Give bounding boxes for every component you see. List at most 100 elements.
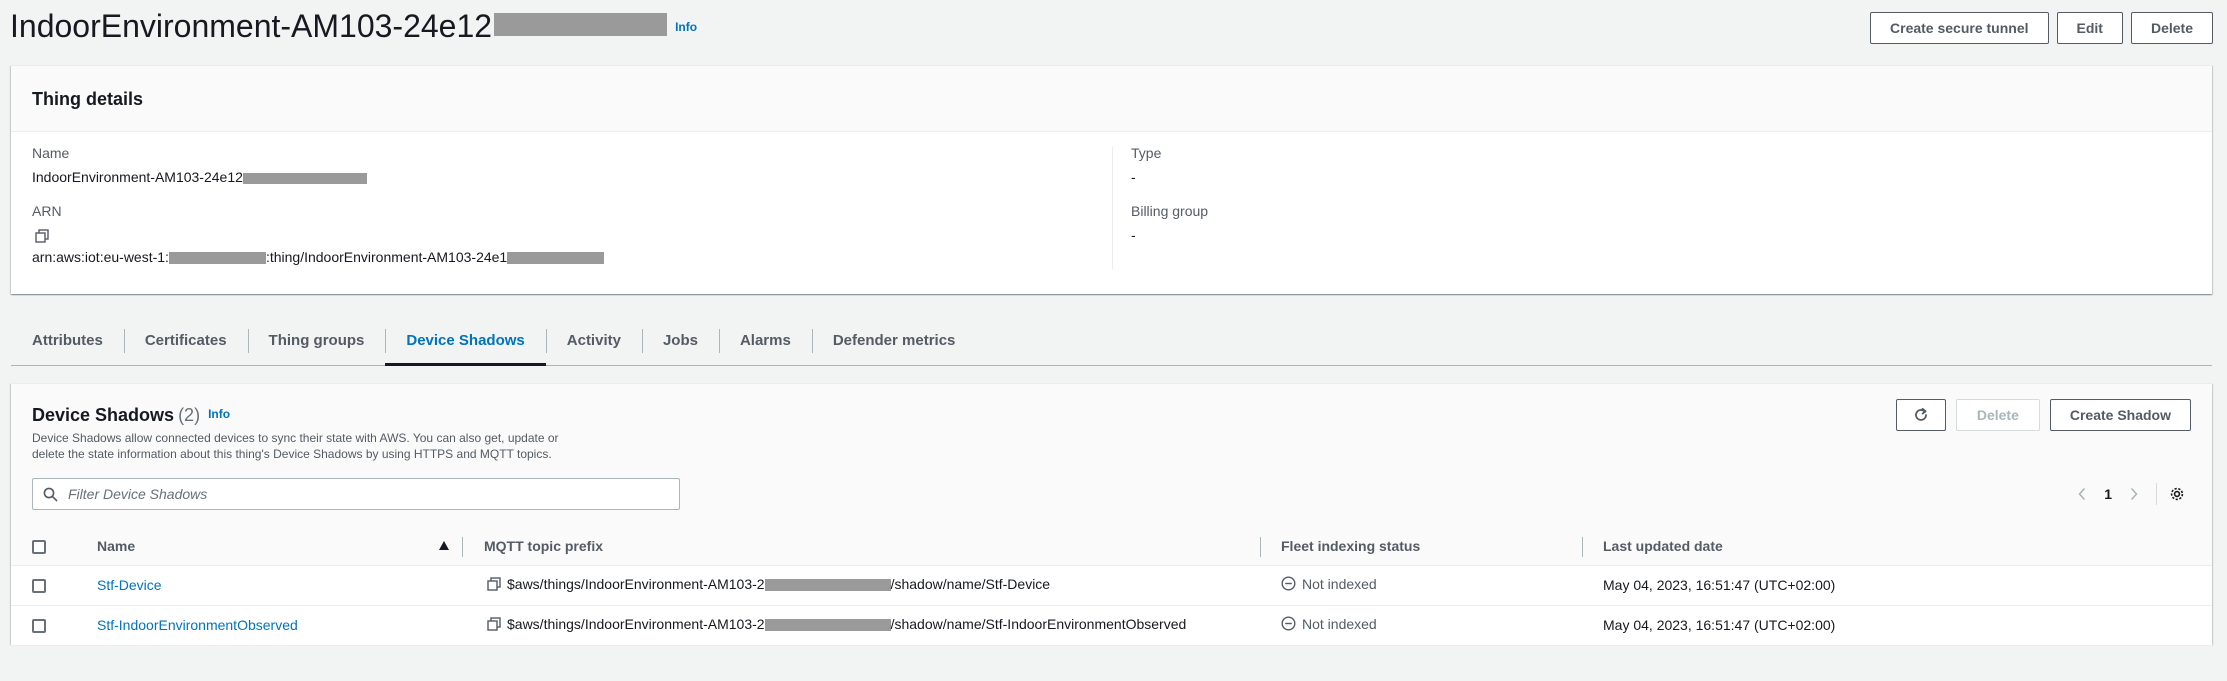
table-row[interactable]: Stf-IndoorEnvironmentObserved $aws/thing… (11, 605, 2212, 646)
pager-divider (2156, 483, 2157, 505)
chevron-left-icon (2078, 487, 2086, 501)
tab-bar: Attributes Certificates Thing groups Dev… (11, 315, 2212, 366)
info-link[interactable]: Info (208, 407, 230, 421)
filter-box (32, 478, 680, 510)
tab-jobs[interactable]: Jobs (641, 315, 719, 365)
copy-icon[interactable] (487, 577, 501, 594)
redacted-block (507, 252, 605, 265)
mqtt-column-label: MQTT topic prefix (484, 537, 603, 554)
copy-icon[interactable] (487, 617, 501, 634)
redacted-block (242, 172, 367, 184)
copy-icon[interactable] (35, 229, 51, 245)
tab-defender-metrics[interactable]: Defender metrics (811, 315, 977, 365)
sort-ascending-icon (439, 541, 449, 550)
tab-device-shadows[interactable]: Device Shadows (385, 315, 547, 366)
tab-attributes[interactable]: Attributes (11, 315, 124, 365)
fleet-column-label: Fleet indexing status (1281, 537, 1421, 554)
type-label: Type (1131, 145, 1162, 161)
arn-prefix: arn:aws:iot:eu-west-1: (32, 249, 169, 265)
name-cell: Stf-IndoorEnvironmentObserved (85, 605, 463, 646)
redacted-block (168, 252, 266, 265)
name-value: IndoorEnvironment-AM103-24e12 (32, 169, 367, 185)
name-cell: Stf-Device (85, 565, 463, 606)
refresh-button[interactable] (1895, 399, 1946, 431)
fleet-status-cell: Not indexed (1261, 565, 1583, 606)
thing-details-body: Name IndoorEnvironment-AM103-24e12 ARN a… (11, 132, 2212, 294)
not-indexed-icon (1281, 576, 1296, 591)
filter-device-shadows-input[interactable] (66, 485, 679, 503)
header-actions: Create secure tunnel Edit Delete (1870, 12, 2213, 44)
device-shadows-table: Name MQTT topic prefix Fleet indexing st… (11, 527, 2212, 646)
tab-activity[interactable]: Activity (545, 315, 642, 365)
device-shadows-title: Device Shadows (2) Info (32, 405, 230, 426)
arn-middle: :thing/IndoorEnvironment-AM103-24e1 (265, 249, 508, 265)
edit-button[interactable]: Edit (2056, 12, 2123, 44)
device-shadows-description: Device Shadows allow connected devices t… (32, 431, 559, 461)
type-value: - (1131, 169, 1136, 185)
device-shadows-panel: Device Shadows (2) Info Device Shadows all… (11, 383, 2212, 646)
create-secure-tunnel-button[interactable]: Create secure tunnel (1870, 12, 2049, 44)
select-all-cell (11, 527, 85, 566)
fleet-status: Not indexed (1281, 616, 1377, 632)
column-divider (1112, 147, 1113, 269)
mqtt-column-header[interactable]: MQTT topic prefix (463, 527, 1261, 566)
row-checkbox[interactable] (32, 579, 46, 594)
updated-column-label: Last updated date (1603, 537, 1723, 554)
redacted-block (764, 579, 891, 592)
page-title-text: IndoorEnvironment-AM103-24e12 (10, 8, 493, 44)
current-page[interactable]: 1 (2096, 486, 2120, 502)
shadow-name-link[interactable]: Stf-Device (97, 577, 162, 593)
gear-icon (2170, 487, 2184, 501)
arn-value: arn:aws:iot:eu-west-1: :thing/IndoorEnvir… (32, 249, 605, 265)
redacted-block (764, 619, 891, 632)
next-page-button[interactable] (2120, 480, 2148, 508)
thing-details-panel: Thing details Name IndoorEnvironment-AM1… (11, 65, 2212, 294)
info-link[interactable]: Info (675, 20, 697, 34)
mqtt-prefix: $aws/things/IndoorEnvironment-AM103-2 (507, 616, 765, 633)
device-shadows-title-text: Device Shadows (32, 405, 175, 425)
tab-alarms[interactable]: Alarms (718, 315, 812, 365)
thing-details-title: Thing details (32, 89, 144, 109)
row-select-cell (11, 605, 85, 646)
preferences-button[interactable] (2163, 480, 2191, 508)
refresh-icon (1915, 407, 1927, 421)
fleet-status-cell: Not indexed (1261, 605, 1583, 646)
shadow-name-link[interactable]: Stf-IndoorEnvironmentObserved (97, 617, 298, 633)
mqtt-suffix: /shadow/name/Stf-Device (890, 576, 1051, 593)
device-shadows-actions: Delete Create Shadow (1895, 399, 2191, 431)
mqtt-cell: $aws/things/IndoorEnvironment-AM103-2/sh… (463, 565, 1261, 606)
redacted-block (494, 13, 668, 37)
mqtt-suffix: /shadow/name/Stf-IndoorEnvironmentObserv… (890, 616, 1187, 633)
row-select-cell (11, 565, 85, 606)
not-indexed-icon (1281, 616, 1296, 631)
create-shadow-button[interactable]: Create Shadow (2049, 399, 2191, 431)
row-checkbox[interactable] (32, 619, 46, 634)
name-column-header[interactable]: Name (85, 527, 463, 566)
table-row[interactable]: Stf-Device $aws/things/IndoorEnvironment… (11, 565, 2212, 606)
fleet-column-header[interactable]: Fleet indexing status (1261, 527, 1583, 566)
mqtt-cell: $aws/things/IndoorEnvironment-AM103-2/sh… (463, 605, 1261, 646)
updated-cell: May 04, 2023, 16:51:47 (UTC+02:00) (1583, 605, 2212, 646)
billing-group-value: - (1131, 227, 1136, 243)
delete-shadow-button[interactable]: Delete (1955, 399, 2040, 431)
page-header: IndoorEnvironment-AM103-24e12 Info Create… (10, 8, 2213, 52)
search-icon (43, 487, 58, 501)
chevron-right-icon (2130, 487, 2138, 501)
fleet-status-text: Not indexed (1302, 575, 1377, 592)
select-all-checkbox[interactable] (32, 539, 46, 554)
billing-group-label: Billing group (1131, 203, 1209, 219)
previous-page-button[interactable] (2068, 480, 2096, 508)
fleet-status-text: Not indexed (1302, 615, 1377, 632)
delete-button[interactable]: Delete (2130, 12, 2213, 44)
updated-column-header[interactable]: Last updated date (1583, 527, 2212, 566)
tab-thing-groups[interactable]: Thing groups (247, 315, 386, 365)
page-title: IndoorEnvironment-AM103-24e12 Info (10, 8, 697, 47)
mqtt-prefix: $aws/things/IndoorEnvironment-AM103-2 (507, 576, 765, 593)
fleet-status: Not indexed (1281, 576, 1377, 592)
thing-details-header: Thing details (11, 66, 2212, 132)
tab-certificates[interactable]: Certificates (123, 315, 248, 365)
device-shadows-header: Device Shadows (2) Info Device Shadows all… (11, 384, 2212, 527)
device-shadows-count: (2) (178, 405, 201, 425)
pagination: 1 (2068, 480, 2191, 508)
arn-label: ARN (32, 203, 62, 219)
